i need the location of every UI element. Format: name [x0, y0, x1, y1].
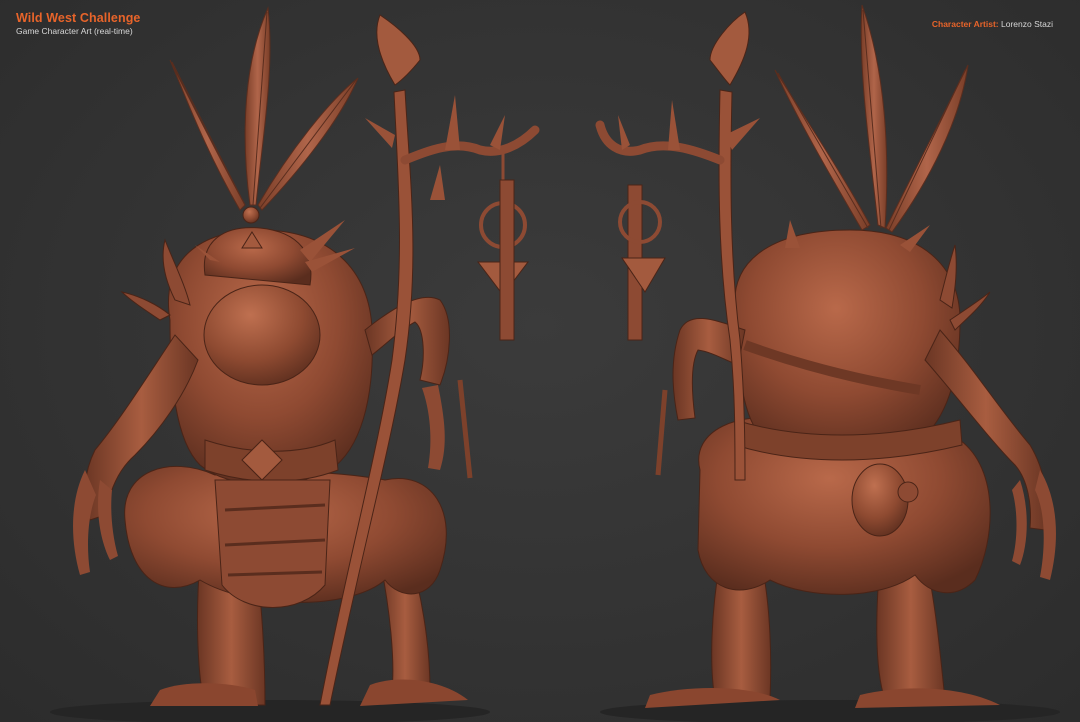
- front-view-sculpt: [73, 6, 540, 706]
- back-view-sculpt: [595, 4, 1056, 708]
- floor-shadow-front: [50, 700, 490, 722]
- render-canvas: Wild West Challenge Game Character Art (…: [0, 0, 1080, 722]
- sculpt-renders: [50, 4, 1060, 722]
